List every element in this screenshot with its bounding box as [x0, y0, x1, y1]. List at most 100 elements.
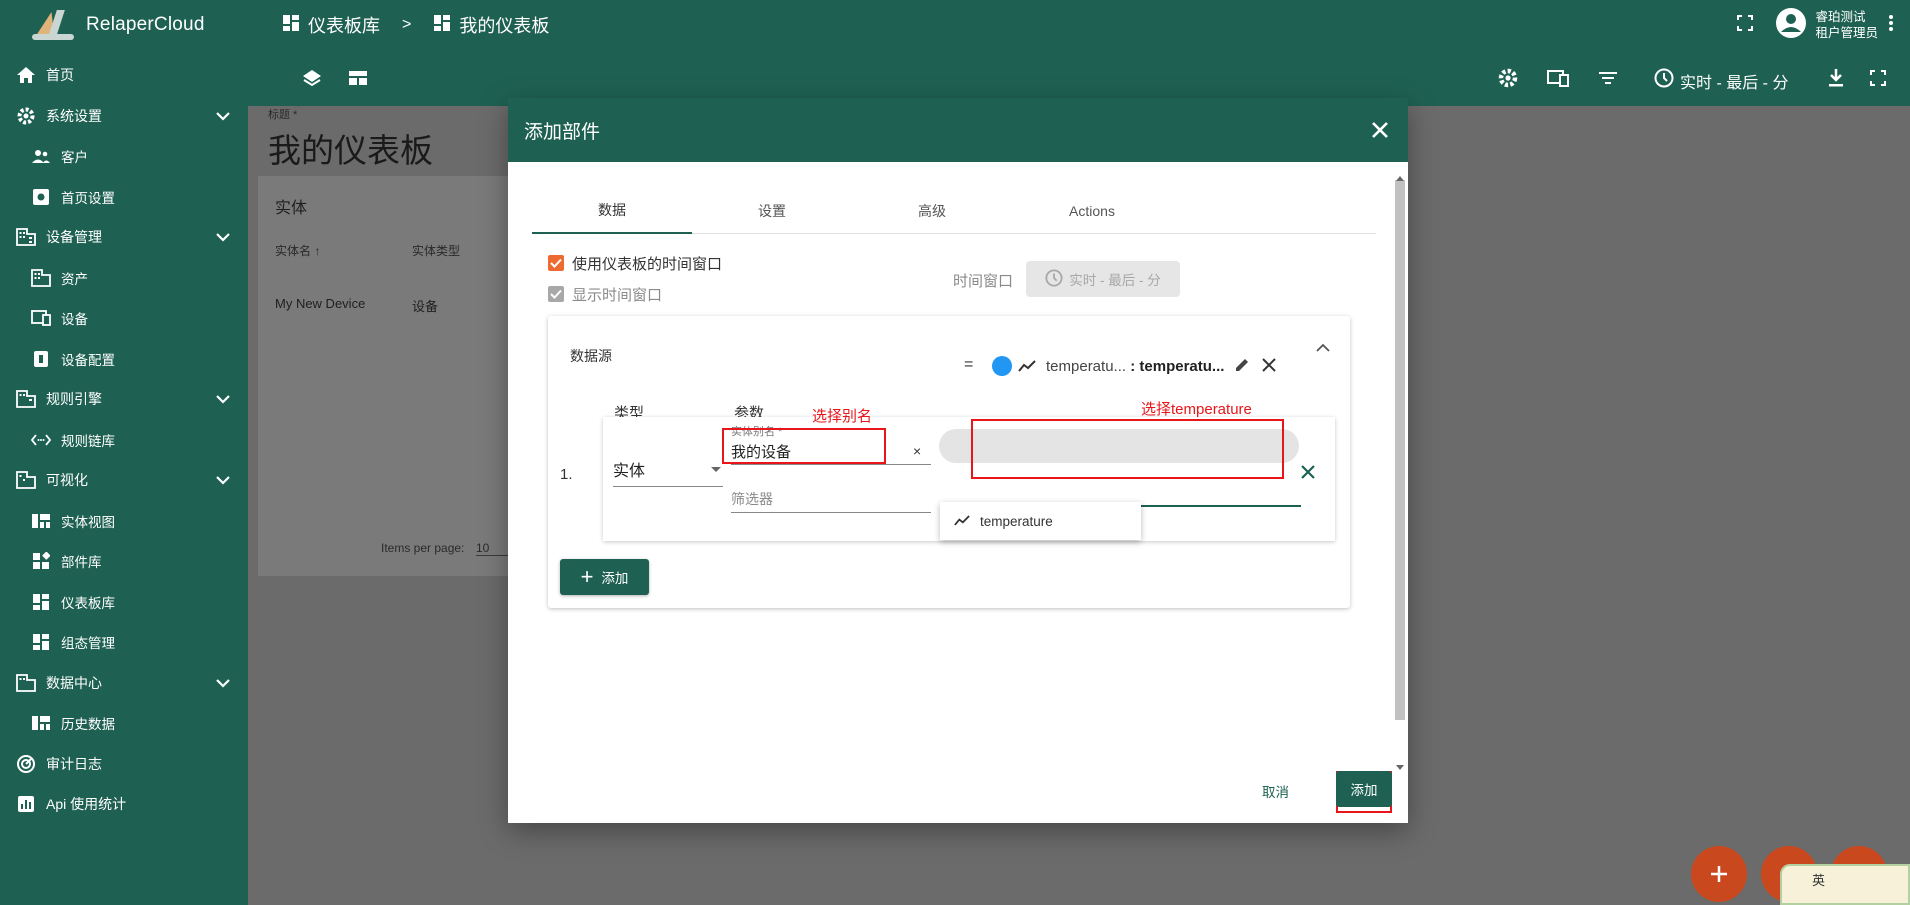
tab-actions[interactable]: Actions: [1012, 188, 1172, 234]
building-icon: [15, 388, 37, 410]
sidebar-item-api-usage[interactable]: Api 使用统计: [0, 784, 248, 825]
fullscreen-icon[interactable]: [1866, 67, 1890, 89]
sidebar-item-device-profiles[interactable]: 设备配置: [0, 339, 248, 380]
more-vert-icon[interactable]: [1888, 14, 1894, 37]
sidebar-item-label: 数据中心: [46, 674, 102, 691]
scrollbar-thumb[interactable]: [1395, 180, 1405, 720]
breadcrumb-separator: >: [402, 16, 412, 33]
fullscreen-icon[interactable]: [1737, 14, 1754, 36]
sidebar-item-label: 规则引擎: [46, 391, 102, 408]
breadcrumb-root[interactable]: 仪表板库: [308, 12, 380, 38]
sidebar-item-assets[interactable]: 资产: [0, 258, 248, 299]
account-icon[interactable]: [1775, 7, 1807, 44]
use-dashboard-timewindow-checkbox[interactable]: [548, 255, 564, 271]
sidebar-item-rule-chains[interactable]: 规则链库: [0, 420, 248, 461]
annotation-box-alias: [722, 428, 886, 464]
sidebar-item-customers[interactable]: 客户: [0, 136, 248, 177]
tab-settings[interactable]: 设置: [692, 188, 852, 234]
add-datasource-button[interactable]: + 添加: [560, 559, 649, 595]
sidebar-item-entity-views[interactable]: 实体视图: [0, 501, 248, 542]
sidebar-item-history-data[interactable]: 历史数据: [0, 703, 248, 744]
timewindow-disabled-button: 实时 - 最后 - 分: [1026, 261, 1180, 297]
devices-icon[interactable]: [1546, 67, 1570, 89]
remove-datasource-icon[interactable]: [1300, 464, 1316, 485]
building-icon: [30, 267, 52, 289]
sidebar-item-home[interactable]: 首页: [0, 55, 248, 96]
data-key-option[interactable]: temperature: [940, 502, 1141, 540]
tab-data[interactable]: 数据: [532, 188, 692, 234]
devices-icon: [30, 307, 52, 329]
scroll-down-icon[interactable]: [1396, 758, 1404, 770]
layers-icon[interactable]: [300, 67, 324, 89]
view-quilt-icon: [30, 510, 52, 532]
chevron-down-icon: [216, 229, 230, 245]
sidebar-item-label: 设备配置: [61, 352, 115, 368]
timewindow-label: 实时 - 最后 - 分: [1680, 74, 1789, 92]
sidebar-item-scada[interactable]: 组态管理: [0, 622, 248, 663]
add-button[interactable]: 添加: [1336, 771, 1392, 807]
sidebar-item-data-center[interactable]: 数据中心: [0, 663, 248, 704]
datasource-type-value: 实体: [613, 463, 646, 480]
settings-icon[interactable]: [1496, 67, 1520, 89]
layout-icon[interactable]: [346, 67, 370, 89]
dashboard-title: 我的仪表板: [268, 132, 433, 169]
chip-drag-handle[interactable]: =: [964, 356, 973, 374]
widget-title: 实体: [275, 200, 308, 217]
edit-icon[interactable]: [1234, 357, 1250, 378]
clock-icon: [1045, 268, 1063, 290]
device-profile-icon: [30, 348, 52, 370]
download-icon[interactable]: [1824, 67, 1848, 89]
sidebar-item-label: Api 使用统计: [46, 796, 127, 813]
sidebar-item-dashboards[interactable]: 仪表板库: [0, 582, 248, 623]
filter-icon[interactable]: [1596, 67, 1620, 89]
sidebar-item-rule-engine[interactable]: 规则引擎: [0, 379, 248, 420]
sidebar-item-label: 实体视图: [61, 514, 115, 530]
sidebar: RelaperCloud 首页 系统设置 客户 首页设置 设备管理 资产 设备 …: [0, 0, 248, 905]
bar-chart-icon: [15, 793, 37, 815]
check-icon: [550, 258, 562, 268]
items-per-page-label: Items per page:: [381, 541, 465, 555]
cancel-button[interactable]: 取消: [1262, 781, 1289, 801]
ime-indicator: 英: [1780, 864, 1910, 905]
user-info[interactable]: 睿珀测试 租户管理员: [1815, 9, 1878, 41]
chevron-down-icon: [216, 472, 230, 488]
breadcrumb: 仪表板库 > 我的仪表板: [282, 12, 549, 38]
tab-advanced[interactable]: 高级: [852, 188, 1012, 234]
plus-icon: +: [580, 564, 594, 589]
timewindow-button[interactable]: 实时 - 最后 - 分: [1654, 68, 1788, 93]
sidebar-item-label: 系统设置: [46, 107, 102, 124]
table-cell-name: My New Device: [275, 296, 366, 311]
datasource-type-select[interactable]: 实体: [613, 457, 723, 487]
sidebar-item-device-management[interactable]: 设备管理: [0, 217, 248, 258]
remove-key-icon[interactable]: [1262, 358, 1276, 377]
settings-box-icon: [30, 186, 52, 208]
sidebar-item-system-settings[interactable]: 系统设置: [0, 96, 248, 137]
alias-clear-icon[interactable]: ×: [913, 443, 921, 459]
sidebar-item-widget-library[interactable]: 部件库: [0, 541, 248, 582]
show-timewindow-label: 显示时间窗口: [572, 287, 663, 304]
data-key-chip[interactable]: temperatu... : temperatu...: [1046, 358, 1224, 375]
datasource-index: 1.: [560, 466, 573, 483]
sidebar-item-audit-logs[interactable]: 审计日志: [0, 744, 248, 785]
sidebar-item-visualization[interactable]: 可视化: [0, 460, 248, 501]
filter-input[interactable]: 筛选器: [731, 489, 931, 513]
sidebar-item-label: 历史数据: [61, 717, 115, 733]
people-icon: [30, 145, 52, 167]
show-timewindow-checkbox: [548, 286, 564, 302]
annotation-text-key: 选择temperature: [1141, 401, 1252, 418]
chevron-up-icon[interactable]: [1316, 340, 1330, 358]
timeseries-icon: [954, 514, 970, 529]
sidebar-item-home-settings[interactable]: 首页设置: [0, 177, 248, 218]
key-color-swatch[interactable]: [992, 356, 1012, 376]
app-name: RelaperCloud: [86, 14, 205, 35]
use-dashboard-timewindow-label: 使用仪表板的时间窗口: [572, 256, 723, 273]
scroll-up-icon[interactable]: [1396, 170, 1404, 181]
close-icon[interactable]: [1368, 118, 1392, 142]
column-header-name: 实体名 ↑: [275, 244, 321, 258]
annotation-box-key: [971, 419, 1284, 479]
sidebar-item-label: 首页: [46, 67, 74, 84]
dashboard-icon: [30, 591, 52, 613]
logo[interactable]: RelaperCloud: [0, 0, 248, 50]
chevron-down-icon: [216, 675, 230, 691]
sidebar-item-devices[interactable]: 设备: [0, 298, 248, 339]
